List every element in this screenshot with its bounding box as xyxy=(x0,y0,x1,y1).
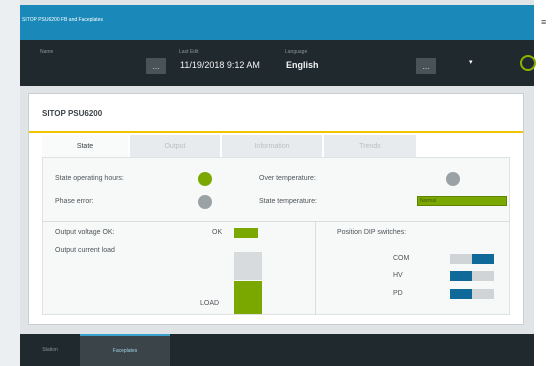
tab-label: Output xyxy=(164,142,186,150)
operating-hours-label: State operating hours: xyxy=(55,175,124,182)
output-voltage-label: Output voltage OK: xyxy=(55,229,115,236)
panel-title: SITOP PSU6200 xyxy=(42,109,103,118)
dip-on-half xyxy=(472,254,494,264)
over-temperature-label: Over temperature: xyxy=(259,175,316,182)
dropdown-menu-icon[interactable]: ▾ xyxy=(469,58,473,66)
ok-label: OK xyxy=(212,229,223,236)
bottom-tab-bar: Station Faceplates xyxy=(20,334,534,366)
over-temperature-led xyxy=(446,172,460,186)
top-toolbar: Name ... Last Edit 11/19/2018 9:12 AM La… xyxy=(20,40,534,86)
datetime-value: 11/19/2018 9:12 AM xyxy=(180,60,260,70)
dip-off-half xyxy=(472,271,494,281)
window-title: SITOP PSU6200 FB and Faceplates xyxy=(22,17,103,23)
tab-label: Trends xyxy=(359,142,381,150)
output-voltage-ok-indicator xyxy=(234,228,258,238)
dip-off-half xyxy=(450,254,472,264)
dip-on-half xyxy=(450,271,472,281)
tab-label: Information xyxy=(254,142,290,150)
output-current-label: Output current load xyxy=(55,247,115,254)
title-bar: SITOP PSU6200 FB and Faceplates xyxy=(20,5,534,40)
accent-line xyxy=(29,131,523,133)
tab-faceplates[interactable]: Faceplates xyxy=(80,334,170,366)
dip-switch-hv xyxy=(450,271,494,281)
load-bar-empty xyxy=(234,252,262,280)
dip-off-half xyxy=(472,289,494,299)
dip-hv-label: HV xyxy=(393,272,403,279)
tab-state[interactable]: State xyxy=(42,135,128,157)
dip-com-label: COM xyxy=(393,255,410,262)
state-temperature-value: Normal xyxy=(420,198,437,204)
language-value[interactable]: English xyxy=(286,60,319,70)
load-bar-fill xyxy=(234,281,262,314)
dip-switch-com xyxy=(450,254,494,264)
tab-trends[interactable]: Trends xyxy=(324,135,416,157)
operating-hours-led xyxy=(198,172,212,186)
language-label: Language xyxy=(285,49,308,55)
scroll-handle-icon[interactable]: ≡ xyxy=(541,17,546,27)
tab-label: Station xyxy=(42,347,58,353)
phase-error-label: Phase error: xyxy=(55,198,94,205)
status-ring-icon[interactable] xyxy=(520,55,536,71)
tab-label: Faceplates xyxy=(112,348,138,354)
tab-label: State xyxy=(76,142,94,150)
tab-station[interactable]: Station xyxy=(20,334,80,366)
dip-on-half xyxy=(450,289,472,299)
language-more-button[interactable]: ... xyxy=(416,58,436,74)
right-rail xyxy=(534,0,554,366)
more-icon: ... xyxy=(422,61,430,71)
load-label: LOAD xyxy=(200,300,220,307)
faceplate-tabs: State Output Information Trends xyxy=(42,135,510,157)
phase-error-led xyxy=(198,195,212,209)
dip-pd-label: PD xyxy=(393,290,403,297)
more-icon: ... xyxy=(152,61,160,71)
section-divider xyxy=(42,221,510,222)
column-divider xyxy=(315,222,316,315)
state-temperature-indicator: Normal xyxy=(417,196,507,206)
name-more-button[interactable]: ... xyxy=(146,58,166,74)
dip-switches-label: Position DIP switches: xyxy=(337,229,407,236)
state-temperature-label: State temperature: xyxy=(259,198,317,205)
tab-output[interactable]: Output xyxy=(130,135,220,157)
dip-switch-pd xyxy=(450,289,494,299)
name-field-label: Name xyxy=(40,49,54,55)
last-edit-label: Last Edit xyxy=(179,49,199,55)
tab-information[interactable]: Information xyxy=(222,135,322,157)
